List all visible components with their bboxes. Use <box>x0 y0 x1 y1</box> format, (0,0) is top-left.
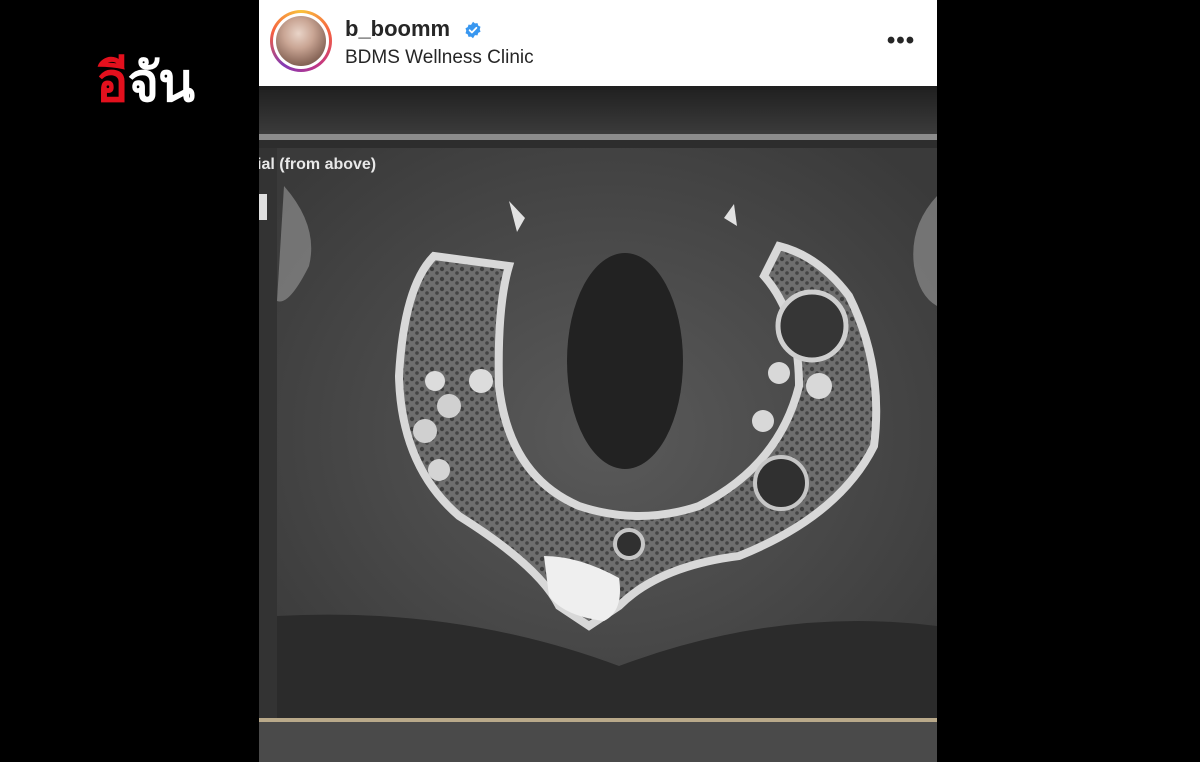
more-options-icon[interactable]: ••• <box>886 28 916 54</box>
site-logo-prefix: อี <box>96 51 128 114</box>
post-header: b_boomm BDMS Wellness Clinic ••• <box>259 0 937 86</box>
location-link[interactable]: BDMS Wellness Clinic <box>345 47 534 69</box>
site-logo: อีจัน <box>96 56 195 110</box>
verified-badge-icon <box>465 21 481 39</box>
ct-view-label: ial (from above) <box>259 156 377 173</box>
username-link[interactable]: b_boomm <box>345 16 450 42</box>
avatar-image <box>276 16 326 66</box>
avatar[interactable] <box>270 10 332 72</box>
ct-scan-image <box>259 86 937 762</box>
instagram-post: b_boomm BDMS Wellness Clinic ••• ial (fr… <box>259 0 937 762</box>
site-logo-suffix: จัน <box>127 51 195 114</box>
post-photo: ial (from above) <box>259 86 937 762</box>
